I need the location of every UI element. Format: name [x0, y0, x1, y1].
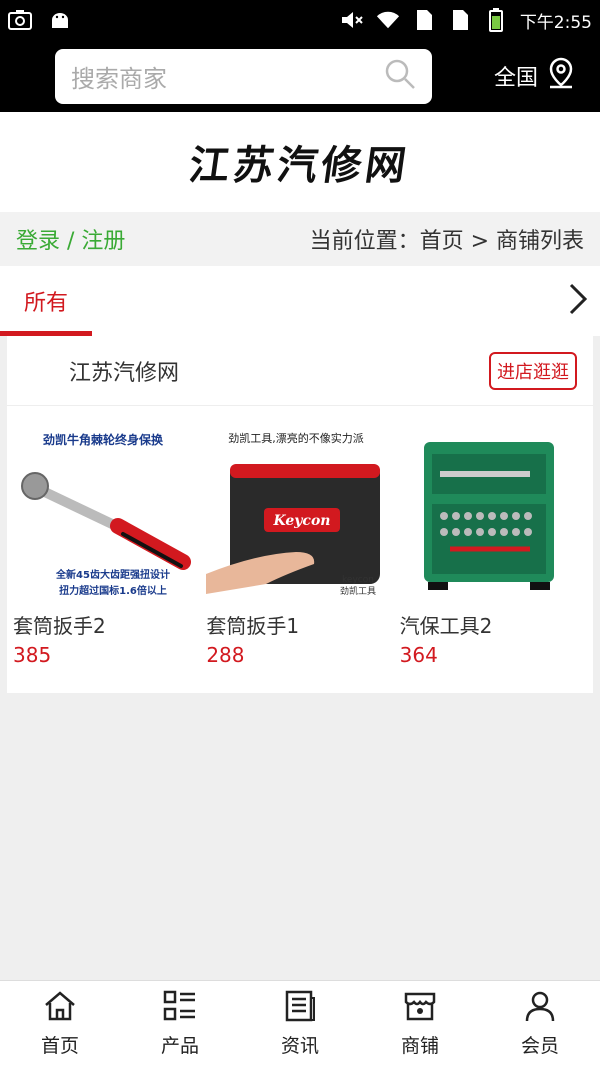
mute-icon: [340, 8, 364, 32]
shop-card: 江苏汽修网 进店逛逛 劲凯牛角棘轮终身保换 全新45齿大齿距强扭设计 扭力超过国…: [7, 336, 593, 693]
product-item[interactable]: 劲凯工具,漂亮的不像实力派 Keycon keycon 劲凯工具 套筒扳手1 2…: [206, 424, 397, 667]
camera-icon: [8, 8, 32, 32]
nav-item-shops[interactable]: 商铺: [360, 981, 480, 1067]
member-icon: [523, 990, 557, 1027]
category-tabs: 所有: [0, 266, 600, 336]
wifi-icon: [376, 8, 400, 32]
location-pin-icon: [546, 57, 576, 95]
search-placeholder: 搜索商家: [71, 64, 167, 93]
status-time: 下午2:55: [519, 12, 592, 33]
region-label: 全国: [494, 66, 539, 91]
product-grid-icon: [163, 990, 197, 1027]
product-price: 385: [13, 643, 52, 667]
tab-all[interactable]: 所有: [0, 266, 92, 336]
nav-item-member[interactable]: 会员: [480, 981, 600, 1067]
breadcrumb: 当前位置：首页 > 商铺列表: [309, 229, 584, 254]
product-list: 劲凯牛角棘轮终身保换 全新45齿大齿距强扭设计 扭力超过国标1.6倍以上 套筒扳…: [7, 406, 593, 667]
nav-label: 首页: [40, 1035, 79, 1057]
shop-header: 江苏汽修网 进店逛逛: [7, 336, 593, 406]
product-banner-bottom-1: 全新45齿大齿距强扭设计: [55, 568, 170, 581]
search-input[interactable]: 搜索商家: [55, 48, 432, 104]
nav-item-home[interactable]: 首页: [0, 981, 120, 1067]
login-register-link[interactable]: 登录 / 注册: [16, 223, 125, 255]
status-bar: 下午2:55: [0, 0, 600, 40]
product-image[interactable]: 劲凯工具,漂亮的不像实力派 Keycon keycon 劲凯工具: [206, 424, 387, 602]
home-icon: [43, 990, 77, 1027]
header: 搜索商家 全国: [0, 40, 600, 112]
product-banner-top: 劲凯工具,漂亮的不像实力派: [229, 431, 365, 445]
bottom-nav: 首页 产品 资讯 商铺 会员: [0, 980, 600, 1067]
product-price: 364: [399, 643, 438, 667]
nav-label: 产品: [160, 1035, 199, 1057]
breadcrumb-bar: 登录 / 注册 当前位置：首页 > 商铺列表: [0, 212, 600, 266]
news-icon: [283, 990, 317, 1027]
product-brand-small: keycon: [342, 575, 374, 585]
nav-item-news[interactable]: 资讯: [240, 981, 360, 1067]
product-banner-bottom-2: 扭力超过国标1.6倍以上: [59, 584, 167, 597]
site-logo: 江苏汽修网: [186, 143, 413, 189]
sim1-icon: [412, 8, 436, 32]
product-name[interactable]: 套筒扳手2: [13, 610, 204, 639]
nav-label: 资讯: [280, 1035, 319, 1057]
site-logo-bar: 江苏汽修网: [0, 112, 600, 212]
product-name[interactable]: 套筒扳手1: [206, 610, 397, 639]
product-image[interactable]: [399, 424, 580, 602]
nav-item-products[interactable]: 产品: [120, 981, 240, 1067]
product-item[interactable]: 劲凯牛角棘轮终身保换 全新45齿大齿距强扭设计 扭力超过国标1.6倍以上 套筒扳…: [13, 424, 204, 667]
product-name[interactable]: 汽保工具2: [400, 610, 591, 639]
shop-name[interactable]: 江苏汽修网: [69, 355, 179, 387]
battery-icon: [484, 8, 508, 32]
sim2-icon: [448, 8, 472, 32]
product-brand-cn: 劲凯工具: [340, 585, 376, 597]
region-selector[interactable]: 全国: [494, 57, 576, 95]
product-image[interactable]: 劲凯牛角棘轮终身保换 全新45齿大齿距强扭设计 扭力超过国标1.6倍以上: [13, 424, 193, 602]
store-icon: [403, 990, 437, 1027]
product-banner-top: 劲凯牛角棘轮终身保换: [42, 432, 164, 447]
android-icon: [48, 8, 72, 32]
product-brand-logo: Keycon: [273, 513, 331, 529]
nav-label: 商铺: [400, 1035, 439, 1057]
nav-label: 会员: [520, 1035, 559, 1057]
chevron-right-icon[interactable]: [568, 282, 588, 320]
tab-all-label: 所有: [23, 291, 68, 316]
product-price: 288: [206, 643, 245, 667]
search-icon[interactable]: [384, 58, 416, 94]
visit-shop-button[interactable]: 进店逛逛: [489, 351, 577, 390]
product-item[interactable]: 汽保工具2 364: [399, 424, 591, 667]
